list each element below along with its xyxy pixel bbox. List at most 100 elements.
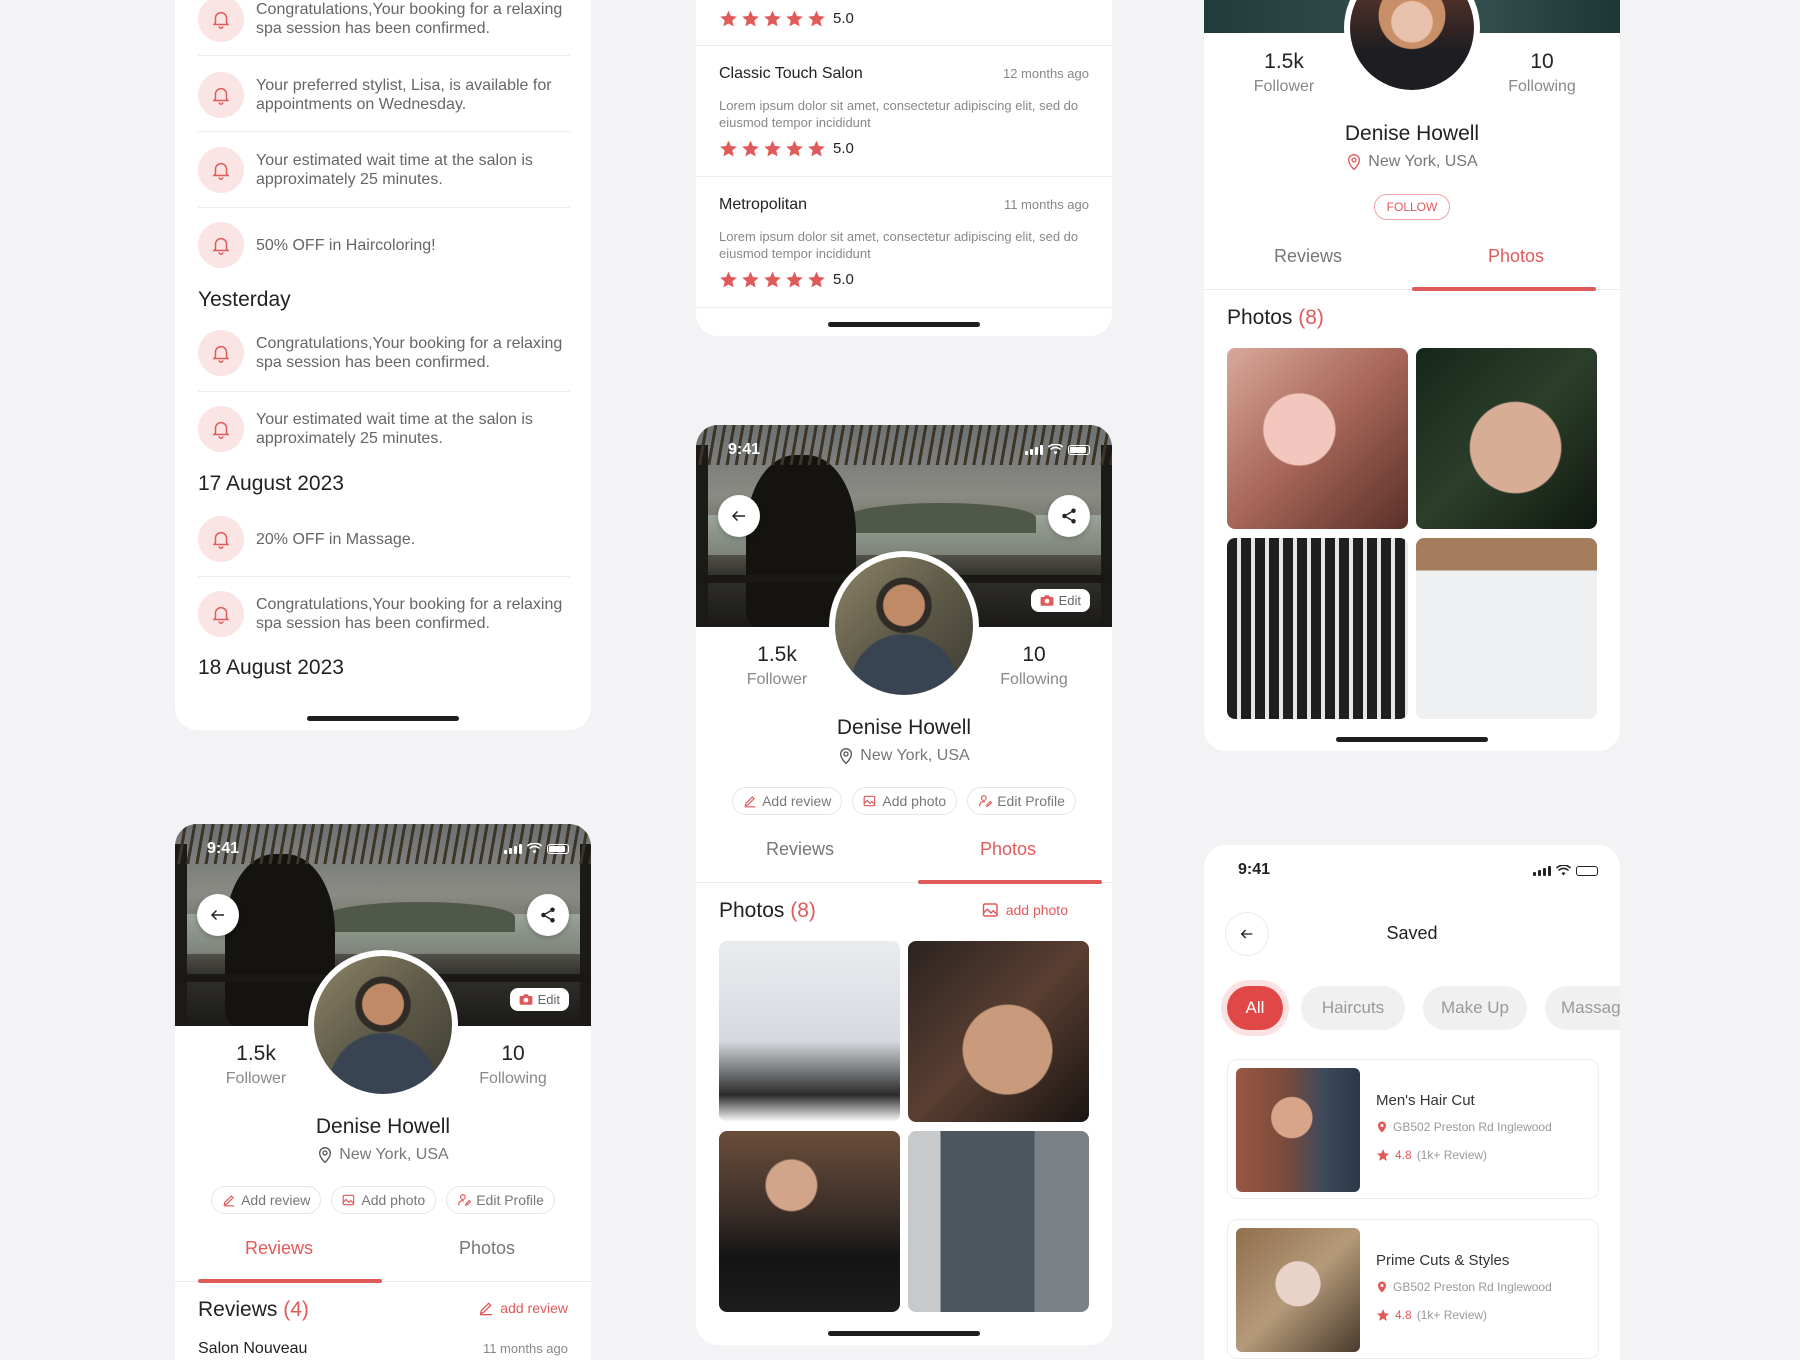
notification-text: Your estimated wait time at the salon is… xyxy=(256,152,533,188)
active-tab-indicator xyxy=(918,880,1102,884)
status-time: 9:41 xyxy=(728,441,761,458)
follower-count: 1.5k xyxy=(236,1042,276,1065)
review-salon-name: Metropolitan xyxy=(719,196,808,213)
signal-icon xyxy=(1533,866,1551,876)
edit-label: Edit xyxy=(537,992,560,1007)
saved-item[interactable]: Men's Hair Cut GB502 Preston Rd Inglewoo… xyxy=(1227,1059,1599,1199)
arrow-left-icon xyxy=(731,510,745,522)
avatar[interactable] xyxy=(1344,0,1480,96)
avatar[interactable] xyxy=(829,551,979,701)
star-icon xyxy=(742,10,759,27)
review-salon-name: Salon Nouveau xyxy=(198,1340,308,1357)
saved-item-name: Prime Cuts & Styles xyxy=(1376,1252,1510,1269)
following-stat[interactable]: 10 Following xyxy=(974,643,1094,689)
tab-photos[interactable]: Photos xyxy=(904,839,1112,860)
notification-item[interactable]: Congratulations,Your booking for a relax… xyxy=(198,591,570,637)
edit-cover-button[interactable]: Edit xyxy=(509,988,569,1011)
following-count: 10 xyxy=(501,1042,525,1065)
back-button[interactable] xyxy=(718,495,760,537)
following-stat[interactable]: 10 Following xyxy=(1482,50,1602,96)
add-review-button[interactable]: Add review xyxy=(732,787,843,815)
saved-item-rating: 4.8 (1k+ Review) xyxy=(1376,1148,1487,1162)
add-photo-button[interactable]: Add photo xyxy=(331,1186,437,1214)
gallery-photo[interactable] xyxy=(719,1131,900,1312)
gallery-photo[interactable] xyxy=(1416,538,1597,719)
tab-reviews[interactable]: Reviews xyxy=(696,839,904,860)
notification-item[interactable]: 50% OFF in Haircoloring! xyxy=(198,222,570,268)
follower-count: 1.5k xyxy=(757,643,797,666)
notification-text: 50% OFF in Haircoloring! xyxy=(256,236,436,254)
following-label: Following xyxy=(479,1070,547,1087)
edit-cover-button[interactable]: Edit xyxy=(1030,589,1090,612)
star-icon xyxy=(786,271,803,288)
filter-massage[interactable]: Massage xyxy=(1545,986,1620,1030)
follow-button[interactable]: FOLLOW xyxy=(1374,194,1450,220)
notification-item[interactable]: Your estimated wait time at the salon is… xyxy=(198,406,570,452)
camera-icon xyxy=(519,994,533,1005)
public-profile-card: 1.5k Follower 10 Following Denise Howell… xyxy=(1204,0,1620,751)
gallery-photo[interactable] xyxy=(1227,538,1408,719)
filter-all[interactable]: All xyxy=(1227,986,1283,1030)
gallery-photo[interactable] xyxy=(719,941,900,1122)
notification-item[interactable]: Congratulations,Your booking for a relax… xyxy=(198,0,570,42)
following-count: 10 xyxy=(1022,643,1046,666)
user-edit-icon xyxy=(458,1194,472,1207)
notification-item[interactable]: Your estimated wait time at the salon is… xyxy=(198,147,570,193)
follower-stat[interactable]: 1.5k Follower xyxy=(196,1042,316,1088)
bell-icon xyxy=(198,330,244,376)
follower-stat[interactable]: 1.5k Follower xyxy=(1224,50,1344,96)
section-header-18-august: 18 August 2023 xyxy=(198,656,344,679)
review-item[interactable]: Metropolitan 11 months ago Lorem ipsum d… xyxy=(696,177,1112,308)
edit-profile-button[interactable]: Edit Profile xyxy=(446,1186,555,1214)
profile-location: New York, USA xyxy=(1204,153,1620,171)
bell-icon xyxy=(198,222,244,268)
tab-photos[interactable]: Photos xyxy=(383,1238,591,1259)
add-photo-link[interactable]: add photo xyxy=(982,901,1068,919)
status-time: 9:41 xyxy=(1238,861,1271,878)
gallery-photo[interactable] xyxy=(908,1131,1089,1312)
reviews-list-card: 5.0 Classic Touch Salon 12 months ago Lo… xyxy=(696,0,1112,336)
rating-score: 5.0 xyxy=(833,140,854,157)
tab-reviews[interactable]: Reviews xyxy=(1204,246,1412,267)
add-photo-button[interactable]: Add photo xyxy=(852,787,958,815)
review-item[interactable]: Classic Touch Salon 12 months ago Lorem … xyxy=(696,46,1112,177)
page-title: Saved xyxy=(1386,923,1438,943)
tab-reviews[interactable]: Reviews xyxy=(175,1238,383,1259)
profile-name: Denise Howell xyxy=(836,716,972,739)
location-pin-icon xyxy=(1348,154,1361,171)
share-button[interactable] xyxy=(1048,495,1090,537)
follower-stat[interactable]: 1.5k Follower xyxy=(717,643,837,689)
edit-profile-button[interactable]: Edit Profile xyxy=(967,787,1076,815)
following-stat[interactable]: 10 Following xyxy=(453,1042,573,1088)
gallery-photo[interactable] xyxy=(908,941,1089,1122)
review-body: Lorem ipsum dolor sit amet, consectetur … xyxy=(719,229,1079,261)
saved-item[interactable]: Prime Cuts & Styles GB502 Preston Rd Ing… xyxy=(1227,1219,1599,1359)
action-chips: Add review Add photo Edit Profile xyxy=(175,1186,591,1214)
share-button[interactable] xyxy=(527,894,569,936)
star-icon xyxy=(1376,1149,1390,1161)
notification-item[interactable]: Your preferred stylist, Lisa, is availab… xyxy=(198,72,570,118)
follower-label: Follower xyxy=(1253,78,1315,95)
profile-name: Denise Howell xyxy=(1344,122,1480,145)
following-count: 10 xyxy=(1530,50,1554,73)
pencil-icon xyxy=(223,1195,235,1207)
signal-icon xyxy=(1025,445,1043,455)
filter-make-up[interactable]: Make Up xyxy=(1423,986,1527,1030)
notification-item[interactable]: 20% OFF in Massage. xyxy=(198,516,570,562)
follower-count: 1.5k xyxy=(1264,50,1304,73)
add-review-button[interactable]: Add review xyxy=(211,1186,322,1214)
tab-photos[interactable]: Photos xyxy=(1412,246,1620,267)
star-icon xyxy=(764,140,781,157)
star-icon xyxy=(808,140,825,157)
filter-haircuts[interactable]: Haircuts xyxy=(1301,986,1405,1030)
notification-item[interactable]: Congratulations,Your booking for a relax… xyxy=(198,330,570,376)
gallery-photo[interactable] xyxy=(1416,348,1597,529)
gallery-photo[interactable] xyxy=(1227,348,1408,529)
back-button[interactable] xyxy=(197,894,239,936)
avatar[interactable] xyxy=(308,950,458,1100)
add-review-link[interactable]: add review xyxy=(478,1300,568,1316)
edit-label: Edit xyxy=(1058,593,1081,608)
section-count: (8) xyxy=(790,899,816,922)
saved-item-name: Men's Hair Cut xyxy=(1376,1092,1475,1109)
review-date: 11 months ago xyxy=(482,1341,568,1356)
